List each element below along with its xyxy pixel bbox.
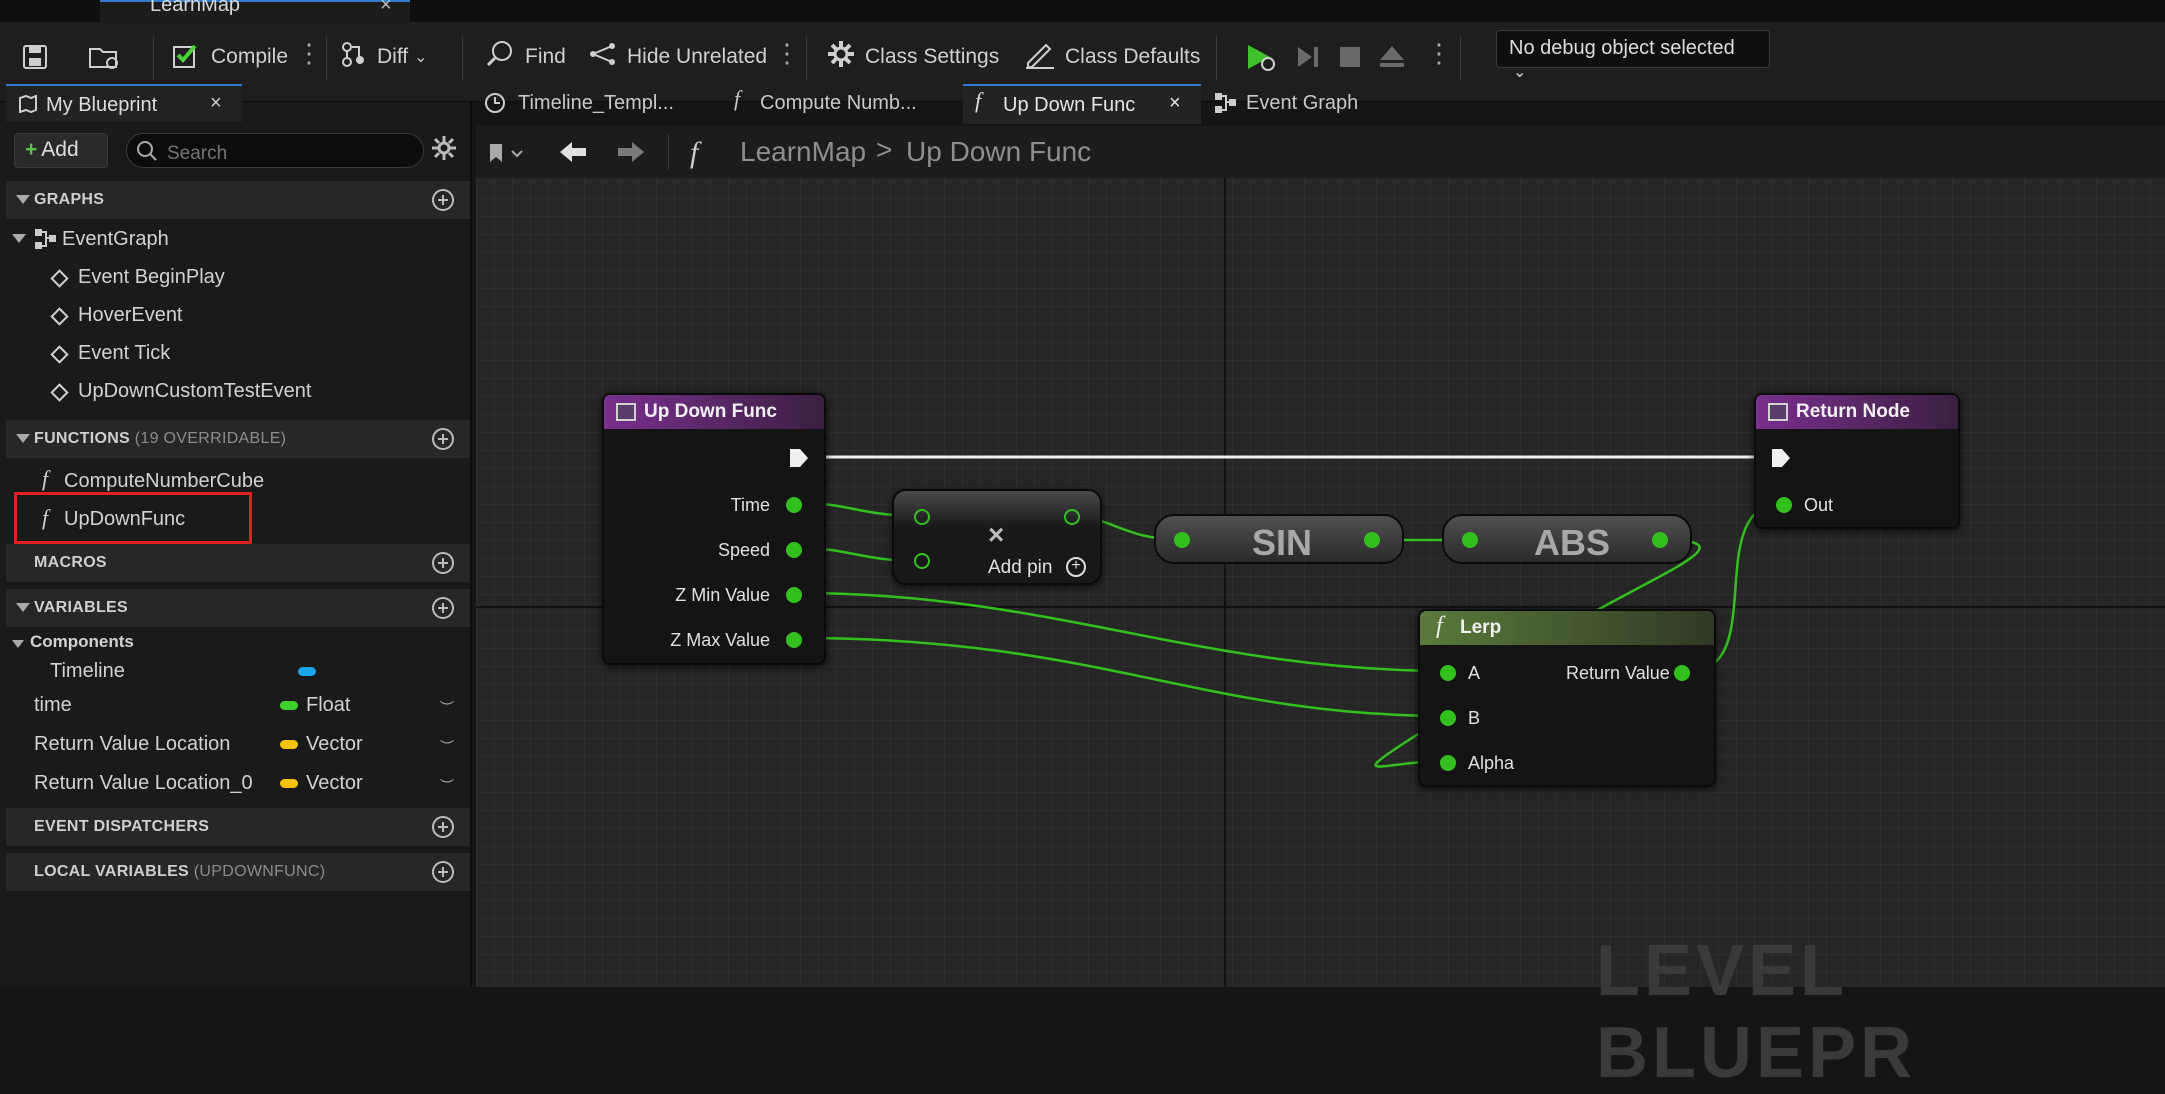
pin-label-b: B: [1468, 708, 1481, 728]
lerp-node[interactable]: f Lerp A B Alpha Return Value: [1418, 609, 1716, 787]
pin-label-z-min: Z Min Value: [675, 585, 770, 605]
pin-sin-out[interactable]: [1364, 532, 1380, 548]
pin-sin-in[interactable]: [1174, 532, 1190, 548]
abs-node[interactable]: ABS: [1442, 514, 1692, 564]
entry-node[interactable]: Up Down Func Time Speed Z Min Value Z Ma…: [602, 393, 826, 665]
pin-label-alpha: Alpha: [1468, 753, 1515, 773]
function-entry-icon: [616, 403, 636, 421]
pin-lerp-b[interactable]: [1440, 710, 1456, 726]
pin-z-min[interactable]: [786, 587, 802, 603]
pin-label-time: Time: [730, 495, 770, 515]
pin-label-return-value: Return Value: [1566, 663, 1670, 683]
pin-abs-out[interactable]: [1652, 532, 1668, 548]
entry-node-header[interactable]: Up Down Func: [604, 395, 824, 429]
pin-return-out[interactable]: [1776, 497, 1792, 513]
pin-lerp-alpha[interactable]: [1440, 755, 1456, 771]
pin-time[interactable]: [786, 497, 802, 513]
function-return-icon: [1768, 403, 1788, 421]
function-icon: f: [1436, 613, 1443, 639]
pin-lerp-return[interactable]: [1674, 665, 1690, 681]
pin-label-a: A: [1468, 663, 1481, 683]
multiply-node[interactable]: × Add pin +: [892, 489, 1102, 585]
multiply-icon: ×: [988, 519, 1005, 550]
pin-label-out: Out: [1804, 495, 1834, 515]
pin-multiply-b[interactable]: [914, 553, 930, 569]
pin-multiply-a[interactable]: [914, 509, 930, 525]
pin-multiply-out[interactable]: [1064, 509, 1080, 525]
pin-label-speed: Speed: [717, 540, 770, 560]
graph-watermark: LEVEL BLUEPR: [1596, 931, 1917, 1093]
pin-z-max[interactable]: [786, 632, 802, 648]
return-node-header[interactable]: Return Node: [1756, 395, 1958, 429]
add-pin-icon[interactable]: +: [1066, 557, 1086, 577]
pin-lerp-a[interactable]: [1440, 665, 1456, 681]
sin-label: SIN: [1252, 522, 1313, 563]
lerp-node-title: Lerp: [1460, 617, 1502, 638]
entry-node-title: Up Down Func: [644, 401, 777, 422]
abs-label: ABS: [1534, 522, 1611, 563]
exec-in-pin[interactable]: [1770, 447, 1792, 469]
pin-abs-in[interactable]: [1462, 532, 1478, 548]
pin-label-z-max: Z Max Value: [670, 630, 770, 650]
return-node[interactable]: Return Node Out: [1754, 393, 1960, 529]
pin-speed[interactable]: [786, 542, 802, 558]
add-pin-label[interactable]: Add pin: [988, 557, 1052, 579]
sin-node[interactable]: SIN: [1154, 514, 1404, 564]
exec-out-pin[interactable]: [788, 447, 810, 469]
return-node-title: Return Node: [1796, 401, 1910, 422]
lerp-node-header[interactable]: f Lerp: [1420, 611, 1714, 645]
